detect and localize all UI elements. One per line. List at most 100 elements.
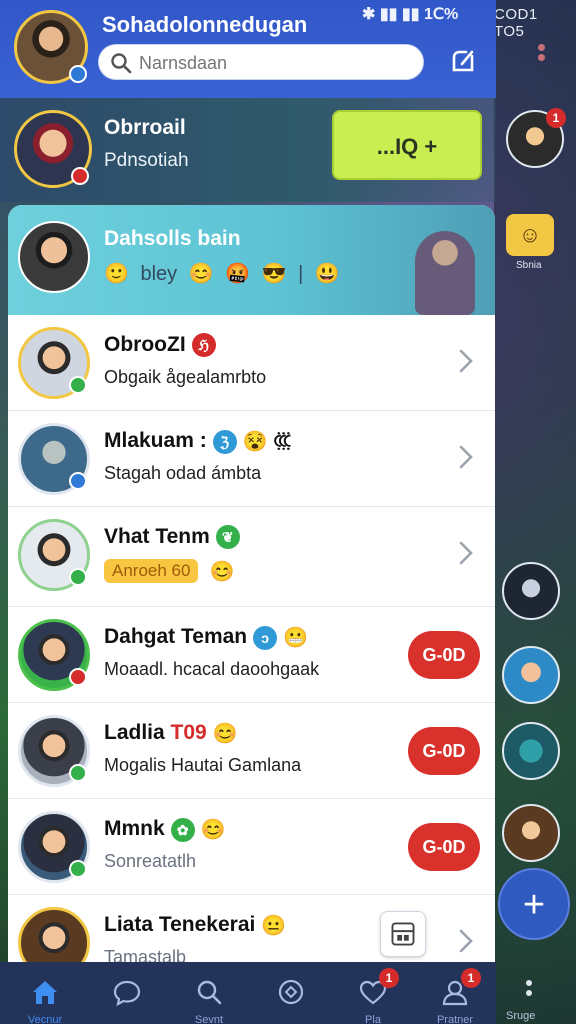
search-bar[interactable]	[98, 44, 424, 80]
search-icon	[197, 980, 222, 1005]
chat-row[interactable]: Ladlia T09 😊 Mogalis Hautai Gamlana G-0D	[8, 703, 495, 799]
tab-badge: 1	[461, 968, 481, 988]
side-emoji-label: Sbnia	[516, 260, 542, 271]
group-avatar[interactable]	[18, 221, 90, 293]
document-icon	[391, 922, 415, 946]
compose-icon[interactable]	[448, 46, 478, 76]
chat-name-emoji: 😵 ꘚ	[242, 431, 292, 453]
status-bar-icons: ✱ ▮▮ ▮▮ 1Ⅽ%	[362, 6, 459, 23]
chat-name-text: Mmnk	[104, 817, 165, 841]
tab-label: Pratner	[436, 1014, 474, 1024]
chat-name: Ladlia T09 😊	[104, 721, 238, 746]
chat-name-emoji: 😐	[261, 915, 287, 937]
chat-name: Vhat Tenm ❦	[104, 525, 240, 550]
chat-name-emoji: 😬	[283, 627, 309, 649]
chat-row[interactable]: Mlakuam : ℨ 😵 ꘚ Stagah odad ámbta	[8, 411, 495, 507]
chat-avatar	[18, 423, 90, 495]
right-side-strip: COD1 TO5 1 ☺ Sbnia + Sruge	[494, 0, 576, 1024]
chat-avatar	[18, 811, 90, 883]
chat-badge: ℨ	[212, 429, 237, 454]
featured-avatar[interactable]	[14, 110, 92, 188]
call-pill-button[interactable]: G-0D	[408, 727, 480, 775]
chat-preview: Sonreatatlh	[104, 851, 197, 871]
tab-badge: 1	[379, 968, 399, 988]
preview-emoji: 😊	[209, 561, 235, 583]
chat-avatar	[18, 519, 90, 591]
chat-badge: ℌ	[191, 333, 216, 358]
group-emoji: 😎	[261, 263, 287, 285]
app-header: Sohadolonnedugan ✱ ▮▮ ▮▮ 1Ⅽ%	[0, 0, 496, 98]
chat-row[interactable]: Mmnk ✿ 😊 Sonreatatlh G-0D	[8, 799, 495, 895]
chat-avatar	[18, 619, 90, 691]
online-status-dot	[69, 472, 87, 490]
chat-avatar	[18, 715, 90, 787]
right-status-text: COD1 TO5	[494, 6, 538, 40]
bottom-tab-bar: Vecnur Sevnt 1 Pla 1 Pratner	[0, 962, 496, 1024]
side-emoji-sticker[interactable]: ☺	[506, 214, 554, 256]
online-status-dot	[69, 860, 87, 878]
group-chat-header[interactable]: Dahsolls bain 🙂 bley 😊 🤬 😎 | 😃	[8, 205, 495, 315]
group-emoji: 🙂	[104, 263, 129, 285]
game-character-figure	[415, 231, 475, 315]
featured-name: Obrroail	[104, 116, 186, 139]
side-avatar-3[interactable]	[502, 646, 560, 704]
chat-name-accent: T09	[170, 721, 207, 745]
chat-name-text: Ladlia	[104, 721, 165, 745]
chat-name-emoji: 😊	[212, 723, 238, 745]
group-emoji: |	[298, 263, 304, 285]
side-avatar-2[interactable]	[502, 562, 560, 620]
chat-icon	[113, 980, 141, 1006]
chevron-right-icon[interactable]	[456, 443, 476, 471]
side-avatar-1[interactable]: 1	[506, 108, 566, 168]
chevron-right-icon[interactable]	[456, 927, 476, 955]
chat-name: Dahgat Teman ↄ 😬	[104, 625, 308, 650]
online-status-dot	[69, 568, 87, 586]
chat-name: Mmnk ✿ 😊	[104, 817, 226, 842]
side-avatar-badge: 1	[546, 108, 566, 128]
group-emoji: 😊	[188, 263, 214, 285]
chat-badge: ❦	[215, 525, 240, 550]
tab-label: Vecnur	[27, 1014, 63, 1024]
chat-row[interactable]: Dahgat Teman ↄ 😬 Moaadl. hcacal daoohgaak …	[8, 607, 495, 703]
tab-chats[interactable]	[87, 968, 167, 1024]
app-title: Sohadolonnedugan	[102, 12, 308, 37]
chat-badge: ↄ	[253, 625, 278, 650]
chat-name: Mlakuam : ℨ 😵 ꘚ	[104, 429, 292, 454]
featured-contact-row[interactable]: Obrroail Pdnsotiah ...IQ +	[0, 98, 496, 202]
home-icon	[33, 981, 57, 1004]
side-avatar-4[interactable]	[502, 722, 560, 780]
side-avatar-5[interactable]	[502, 804, 560, 862]
tab-likes[interactable]: 1 Pla	[333, 968, 413, 1024]
chevron-right-icon[interactable]	[456, 347, 476, 375]
chat-list: Dahsolls bain 🙂 bley 😊 🤬 😎 | 😃 ObrooZI ℌ …	[8, 205, 495, 965]
chat-preview: Stagah odad ámbta	[104, 463, 262, 483]
tab-profile[interactable]: 1 Pratner	[415, 968, 495, 1024]
tab-label: Pla	[365, 1014, 381, 1024]
chat-avatar	[18, 327, 90, 399]
call-pill-button[interactable]: G-0D	[408, 823, 480, 871]
profile-avatar[interactable]	[14, 10, 88, 84]
chat-row[interactable]: ObrooZI ℌ Obgaik ågealamrbto	[8, 315, 495, 411]
chevron-right-icon[interactable]	[456, 539, 476, 567]
chat-row[interactable]: Vhat Tenm ❦ Anroeh 60 😊	[8, 507, 495, 607]
search-input[interactable]	[139, 49, 409, 77]
call-pill-button[interactable]: G-0D	[408, 631, 480, 679]
chat-name-text: ObrooZI	[104, 333, 186, 356]
strip-menu-icon[interactable]	[526, 980, 534, 1000]
tab-home[interactable]: Vecnur	[5, 968, 85, 1024]
group-name: Dahsolls bain	[104, 227, 241, 250]
more-dots-icon[interactable]	[538, 44, 548, 70]
tab-search[interactable]: Sevnt	[169, 968, 249, 1024]
group-emoji-row: 🙂 bley 😊 🤬 😎 | 😃	[104, 261, 346, 286]
online-status-dot	[69, 65, 87, 83]
chat-name-text: Vhat Tenm	[104, 525, 210, 548]
chat-name: Liata Tenekerai 😐	[104, 913, 286, 938]
chat-row[interactable]: Liata Tenekerai 😐 Tamastalb	[8, 895, 495, 965]
document-button[interactable]	[380, 911, 426, 957]
tab-explore[interactable]	[251, 968, 331, 1024]
add-fab-button[interactable]: +	[498, 868, 570, 940]
online-status-dot	[69, 376, 87, 394]
featured-action-button[interactable]: ...IQ +	[332, 110, 482, 180]
chat-name-emoji: 😊	[200, 819, 226, 841]
featured-subtitle: Pdnsotiah	[104, 150, 189, 171]
